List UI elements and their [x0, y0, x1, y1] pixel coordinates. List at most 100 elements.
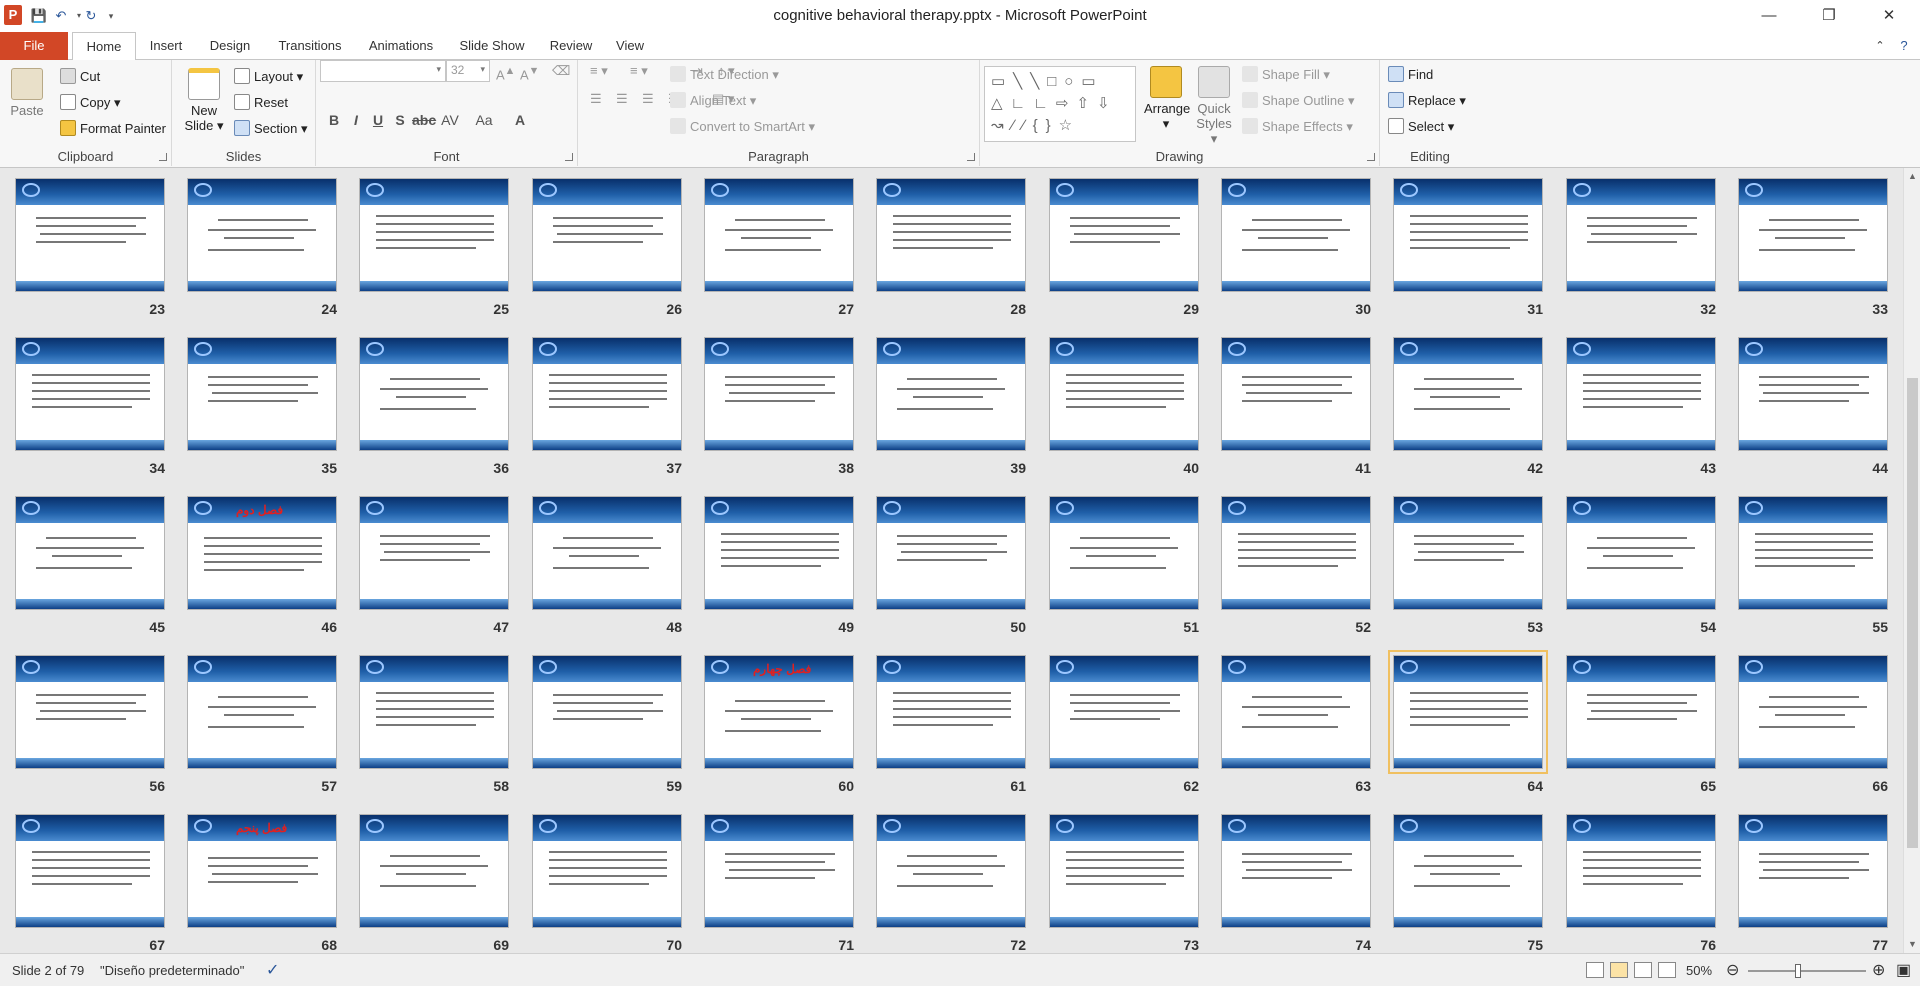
spell-check-icon[interactable]: ✓ — [266, 954, 279, 987]
replace-button[interactable]: Replace ▾ — [1388, 92, 1466, 110]
cut-button[interactable]: Cut — [60, 68, 100, 86]
slide-thumbnail[interactable] — [1049, 178, 1199, 292]
close-button[interactable]: ✕ — [1866, 0, 1912, 32]
layout-button[interactable]: Layout ▾ — [234, 68, 303, 86]
help-icon[interactable]: ? — [1894, 32, 1914, 60]
slide-thumbnail[interactable] — [1221, 814, 1371, 928]
grow-font-icon[interactable]: A▲ — [496, 62, 515, 84]
tab-review[interactable]: Review — [544, 32, 598, 60]
shape-fill-button[interactable]: Shape Fill ▾ — [1242, 66, 1330, 84]
font-color-icon[interactable]: A — [510, 112, 530, 128]
tab-transitions[interactable]: Transitions — [270, 32, 350, 60]
slide-thumbnail[interactable] — [1221, 655, 1371, 769]
slide-thumbnail[interactable] — [704, 814, 854, 928]
slide-thumbnail[interactable] — [1566, 337, 1716, 451]
tab-view[interactable]: View — [608, 32, 652, 60]
format-painter-button[interactable]: Format Painter — [60, 120, 166, 138]
slide-thumbnail[interactable] — [704, 178, 854, 292]
slide-thumbnail[interactable] — [15, 337, 165, 451]
slide-thumbnail[interactable] — [187, 337, 337, 451]
slide-thumbnail[interactable] — [1221, 178, 1371, 292]
numbering-icon[interactable]: ≡ ▾ — [630, 62, 648, 80]
scroll-up-icon[interactable]: ▲ — [1904, 168, 1920, 185]
shrink-font-icon[interactable]: A▼ — [520, 62, 539, 84]
slide-thumbnail[interactable] — [187, 655, 337, 769]
slide-thumbnail[interactable] — [1388, 650, 1548, 774]
shape-effects-button[interactable]: Shape Effects ▾ — [1242, 118, 1353, 136]
shape-outline-button[interactable]: Shape Outline ▾ — [1242, 92, 1355, 110]
shapes-gallery[interactable]: ▭╲╲□○▭ △∟∟⇨⇧⇩ ↝∕∕{}☆ — [984, 66, 1136, 142]
find-button[interactable]: Find — [1388, 66, 1433, 84]
slide-thumbnail[interactable] — [187, 178, 337, 292]
slide-thumbnail[interactable] — [359, 178, 509, 292]
slide-thumbnail[interactable] — [876, 655, 1026, 769]
slide-show-icon[interactable] — [1658, 962, 1676, 978]
slide-thumbnail[interactable] — [876, 814, 1026, 928]
slide-thumbnail[interactable] — [876, 337, 1026, 451]
slide-thumbnail[interactable] — [1393, 178, 1543, 292]
slide-thumbnail[interactable] — [532, 178, 682, 292]
align-text-button[interactable]: Align Text ▾ — [670, 92, 756, 110]
slide-sorter-view-icon[interactable] — [1610, 962, 1628, 978]
normal-view-icon[interactable] — [1586, 962, 1604, 978]
slide-thumbnail[interactable] — [532, 337, 682, 451]
zoom-slider-thumb[interactable] — [1795, 964, 1802, 978]
zoom-in-icon[interactable]: ⊕ — [1872, 954, 1885, 987]
tab-insert[interactable]: Insert — [140, 32, 192, 60]
slide-thumbnail[interactable] — [1738, 655, 1888, 769]
minimize-button[interactable]: — — [1746, 0, 1792, 32]
reading-view-icon[interactable] — [1634, 962, 1652, 978]
italic-icon[interactable]: I — [346, 112, 366, 128]
slide-thumbnail[interactable] — [359, 655, 509, 769]
tab-slide-show[interactable]: Slide Show — [452, 32, 532, 60]
strikethrough-icon[interactable]: abc — [412, 112, 436, 128]
font-size-combo[interactable]: 32 ▾ — [446, 60, 490, 82]
slide-thumbnail[interactable] — [1221, 337, 1371, 451]
underline-icon[interactable]: U — [368, 112, 388, 128]
slide-thumbnail[interactable] — [1566, 655, 1716, 769]
shadow-icon[interactable]: S — [390, 112, 410, 128]
tab-home[interactable]: Home — [72, 32, 136, 61]
slide-thumbnail[interactable] — [15, 178, 165, 292]
center-icon[interactable]: ☰ — [616, 90, 628, 108]
slide-thumbnail[interactable] — [876, 496, 1026, 610]
drawing-dialog-launcher-icon[interactable] — [1367, 153, 1375, 161]
slide-thumbnail[interactable] — [359, 814, 509, 928]
slide-thumbnail[interactable] — [15, 814, 165, 928]
slide-thumbnail[interactable] — [532, 496, 682, 610]
quick-styles-button[interactable]: Quick Styles ▾ — [1192, 66, 1236, 146]
section-button[interactable]: Section ▾ — [234, 120, 308, 138]
character-spacing-icon[interactable]: AV — [440, 112, 460, 128]
reset-button[interactable]: Reset — [234, 94, 288, 112]
bold-icon[interactable]: B — [324, 112, 344, 128]
scroll-down-icon[interactable]: ▼ — [1904, 936, 1920, 953]
align-left-icon[interactable]: ☰ — [590, 90, 602, 108]
slide-thumbnail[interactable] — [15, 496, 165, 610]
scroll-thumb[interactable] — [1907, 378, 1918, 848]
tab-file[interactable]: File — [0, 32, 68, 60]
restore-button[interactable]: ❐ — [1806, 0, 1852, 32]
slide-thumbnail[interactable] — [1566, 496, 1716, 610]
slide-thumbnail[interactable] — [532, 655, 682, 769]
text-direction-button[interactable]: Text Direction ▾ — [670, 66, 779, 84]
fit-to-window-icon[interactable]: ▣ — [1896, 954, 1911, 987]
arrange-button[interactable]: Arrange ▾ — [1144, 66, 1190, 131]
paste-button[interactable]: Paste — [8, 68, 46, 118]
bullets-icon[interactable]: ≡ ▾ — [590, 62, 608, 80]
slide-thumbnail[interactable] — [1738, 496, 1888, 610]
font-dialog-launcher-icon[interactable] — [565, 153, 573, 161]
tab-animations[interactable]: Animations — [362, 32, 440, 60]
slide-thumbnail[interactable] — [1393, 496, 1543, 610]
slide-thumbnail[interactable] — [1049, 655, 1199, 769]
slide-thumbnail[interactable] — [1049, 496, 1199, 610]
slide-thumbnail[interactable] — [15, 655, 165, 769]
slide-thumbnail[interactable] — [1566, 178, 1716, 292]
slide-thumbnail[interactable] — [1738, 178, 1888, 292]
slide-thumbnail[interactable] — [359, 337, 509, 451]
slide-thumbnail[interactable]: فصل چهارم — [704, 655, 854, 769]
minimize-ribbon-icon[interactable]: ⌃ — [1870, 32, 1890, 60]
slide-thumbnail[interactable] — [1049, 337, 1199, 451]
slide-thumbnail[interactable]: فصل دوم — [187, 496, 337, 610]
slide-thumbnail[interactable] — [704, 337, 854, 451]
slide-thumbnail[interactable] — [1393, 337, 1543, 451]
